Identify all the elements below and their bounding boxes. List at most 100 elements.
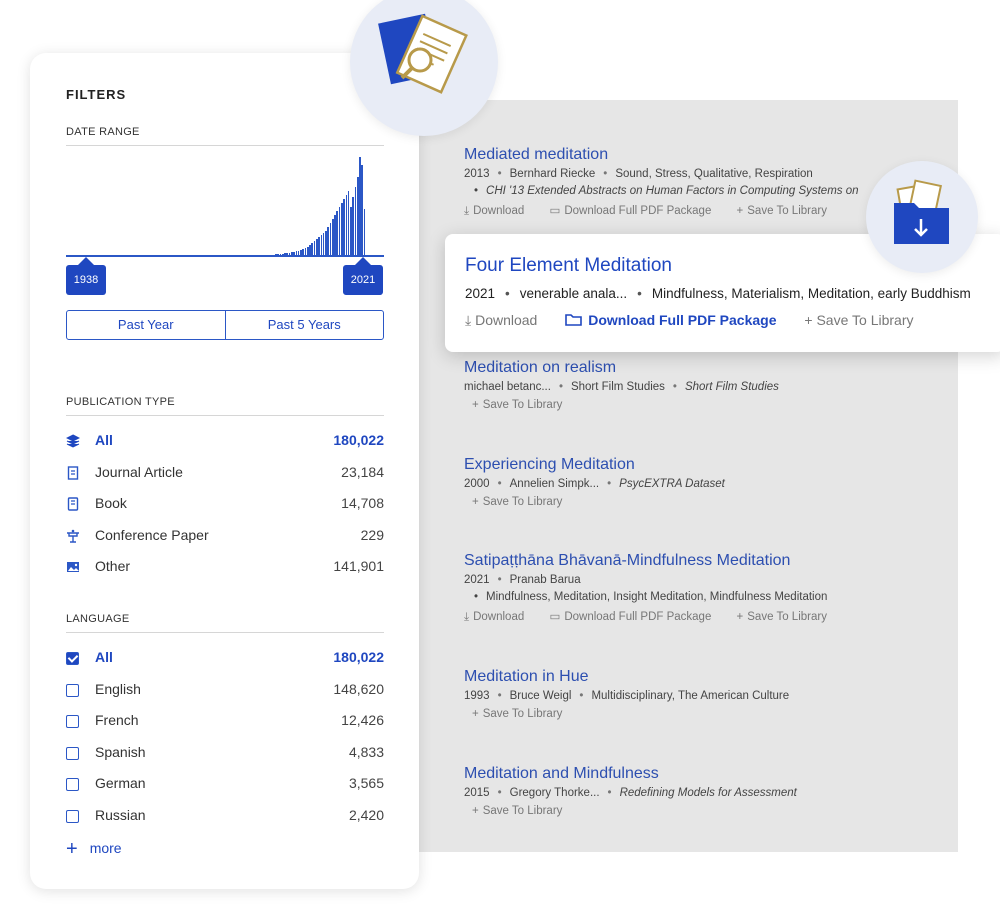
- pubtype-label: All: [95, 432, 113, 448]
- plus-icon: +: [66, 838, 78, 860]
- result-title[interactable]: Experiencing Meditation: [464, 456, 725, 474]
- result-author[interactable]: michael betanc...: [464, 381, 551, 393]
- download-package-button[interactable]: Download Full PDF Package: [565, 312, 780, 328]
- language-option-label: Spanish: [95, 744, 146, 760]
- save-to-library-button[interactable]: + Save To Library: [737, 205, 827, 217]
- result-meta: 2000 • Annelien Simpk... • PsycEXTRA Dataset: [464, 478, 725, 490]
- save-to-library-button[interactable]: + Save To Library: [804, 312, 913, 328]
- divider: [66, 415, 384, 416]
- document-search-badge: [350, 0, 498, 136]
- featured-author[interactable]: venerable anala...: [520, 286, 627, 301]
- result-item: Meditation and Mindfulness 2015 • Gregory …: [464, 765, 797, 817]
- checkbox[interactable]: [66, 778, 79, 791]
- download-package-button[interactable]: ▭ Download Full PDF Package: [549, 205, 711, 217]
- date-histogram: [66, 157, 384, 257]
- past-year-button[interactable]: Past Year: [67, 311, 225, 339]
- pubtype-other[interactable]: Other 141,901: [66, 558, 384, 578]
- histogram-bar: [363, 209, 366, 257]
- pubtype-count: 141,901: [333, 558, 384, 574]
- result-tags: • Mindfulness, Meditation, Insight Medita…: [474, 591, 828, 603]
- result-title[interactable]: Meditation on realism: [464, 359, 779, 377]
- language-option-label: German: [95, 775, 146, 791]
- plus-icon: +: [804, 312, 817, 328]
- result-meta: 2015 • Gregory Thorke... • Redefining Models…: [464, 787, 797, 799]
- pubtype-count: 180,022: [333, 432, 384, 448]
- language-german[interactable]: German 3,565: [66, 775, 384, 795]
- featured-title[interactable]: Four Element Meditation: [465, 255, 672, 277]
- result-actions: ⤓ Download ▭ Download Full PDF Package + Sa…: [464, 203, 859, 218]
- result-title[interactable]: Meditation in Hue: [464, 668, 789, 686]
- download-folder-badge: [866, 161, 978, 273]
- document-search-icon: [378, 13, 468, 94]
- checkbox[interactable]: [66, 684, 79, 697]
- checkbox[interactable]: [66, 747, 79, 760]
- result-venue: PsycEXTRA Dataset: [619, 478, 725, 490]
- download-button[interactable]: ⤓ Download: [464, 205, 524, 217]
- publication-type-label: PUBLICATION TYPE: [66, 396, 175, 408]
- folder-icon: [565, 314, 583, 326]
- result-actions: + Save To Library: [464, 805, 797, 817]
- plus-icon: +: [472, 708, 479, 720]
- result-author[interactable]: Bruce Weigl: [510, 690, 572, 702]
- journal-icon: [66, 466, 80, 480]
- result-author[interactable]: Annelien Simpk...: [510, 478, 600, 490]
- download-button[interactable]: ⤓ Download: [464, 611, 524, 623]
- result-venue: Redefining Models for Assessment: [619, 787, 797, 799]
- save-to-library-button[interactable]: + Save To Library: [737, 611, 827, 623]
- language-label: LANGUAGE: [66, 613, 130, 625]
- result-venue: • CHI '13 Extended Abstracts on Human Fac…: [474, 185, 859, 197]
- language-french[interactable]: French 12,426: [66, 712, 384, 732]
- range-end-handle[interactable]: 2021: [343, 257, 383, 295]
- divider: [66, 145, 384, 146]
- result-title[interactable]: Mediated meditation: [464, 146, 859, 164]
- pubtype-journal-article[interactable]: Journal Article 23,184: [66, 464, 384, 484]
- image-icon: [66, 560, 80, 574]
- download-button[interactable]: ⤓ Download: [465, 312, 537, 328]
- checkbox[interactable]: [66, 715, 79, 728]
- result-meta: 2013 • Bernhard Riecke • Sound, Stress, Qual…: [464, 168, 813, 180]
- result-title[interactable]: Satipaṭṭhāna Bhāvanā-Mindfulness Meditat…: [464, 552, 849, 570]
- result-author[interactable]: Pranab Barua: [510, 574, 581, 586]
- save-to-library-button[interactable]: + Save To Library: [472, 708, 562, 720]
- pubtype-conference-paper[interactable]: Conference Paper 229: [66, 527, 384, 547]
- save-to-library-button[interactable]: + Save To Library: [472, 805, 562, 817]
- save-to-library-button[interactable]: + Save To Library: [472, 399, 562, 411]
- language-english[interactable]: English 148,620: [66, 681, 384, 701]
- pubtype-book[interactable]: Book 14,708: [66, 495, 384, 515]
- more-languages-link[interactable]: + more: [66, 838, 122, 861]
- language-count: 2,420: [348, 807, 384, 823]
- language-option-label: French: [95, 712, 139, 728]
- checkbox-checked[interactable]: [66, 652, 79, 665]
- result-year: 1993: [464, 690, 490, 702]
- pubtype-label: Book: [95, 495, 127, 511]
- result-actions: + Save To Library: [464, 708, 789, 720]
- result-item: Meditation on realism michael betanc... •…: [464, 359, 779, 411]
- range-start-handle[interactable]: 1938: [66, 257, 106, 295]
- language-count: 4,833: [348, 744, 384, 760]
- language-count: 3,565: [348, 775, 384, 791]
- language-all[interactable]: All 180,022: [66, 649, 384, 669]
- language-russian[interactable]: Russian 2,420: [66, 807, 384, 827]
- result-meta: 1993 • Bruce Weigl • Multidisciplinary, The …: [464, 690, 790, 702]
- pubtype-all[interactable]: All 180,022: [65, 432, 384, 452]
- folder-icon: ▭: [549, 611, 561, 623]
- past-5-years-button[interactable]: Past 5 Years: [224, 311, 384, 339]
- language-spanish[interactable]: Spanish 4,833: [66, 744, 384, 764]
- filters-title: FILTERS: [66, 87, 127, 102]
- result-author[interactable]: Bernhard Riecke: [510, 168, 596, 180]
- checkbox[interactable]: [66, 810, 79, 823]
- download-package-button[interactable]: ▭ Download Full PDF Package: [549, 611, 711, 623]
- date-range-label: DATE RANGE: [66, 126, 140, 138]
- conference-icon: [66, 529, 80, 543]
- result-year: 2021: [464, 574, 490, 586]
- download-icon: ⤓: [464, 205, 470, 217]
- result-author[interactable]: Gregory Thorke...: [510, 787, 600, 799]
- plus-icon: +: [472, 399, 479, 411]
- result-title[interactable]: Meditation and Mindfulness: [464, 765, 797, 783]
- result-meta: michael betanc... • Short Film Studies • Sho…: [464, 381, 779, 393]
- save-to-library-button[interactable]: + Save To Library: [472, 496, 562, 508]
- pubtype-label: Journal Article: [95, 464, 183, 480]
- result-tags: Multidisciplinary, The American Culture: [591, 690, 790, 702]
- plus-icon: +: [736, 611, 744, 623]
- result-year: 2013: [464, 168, 490, 180]
